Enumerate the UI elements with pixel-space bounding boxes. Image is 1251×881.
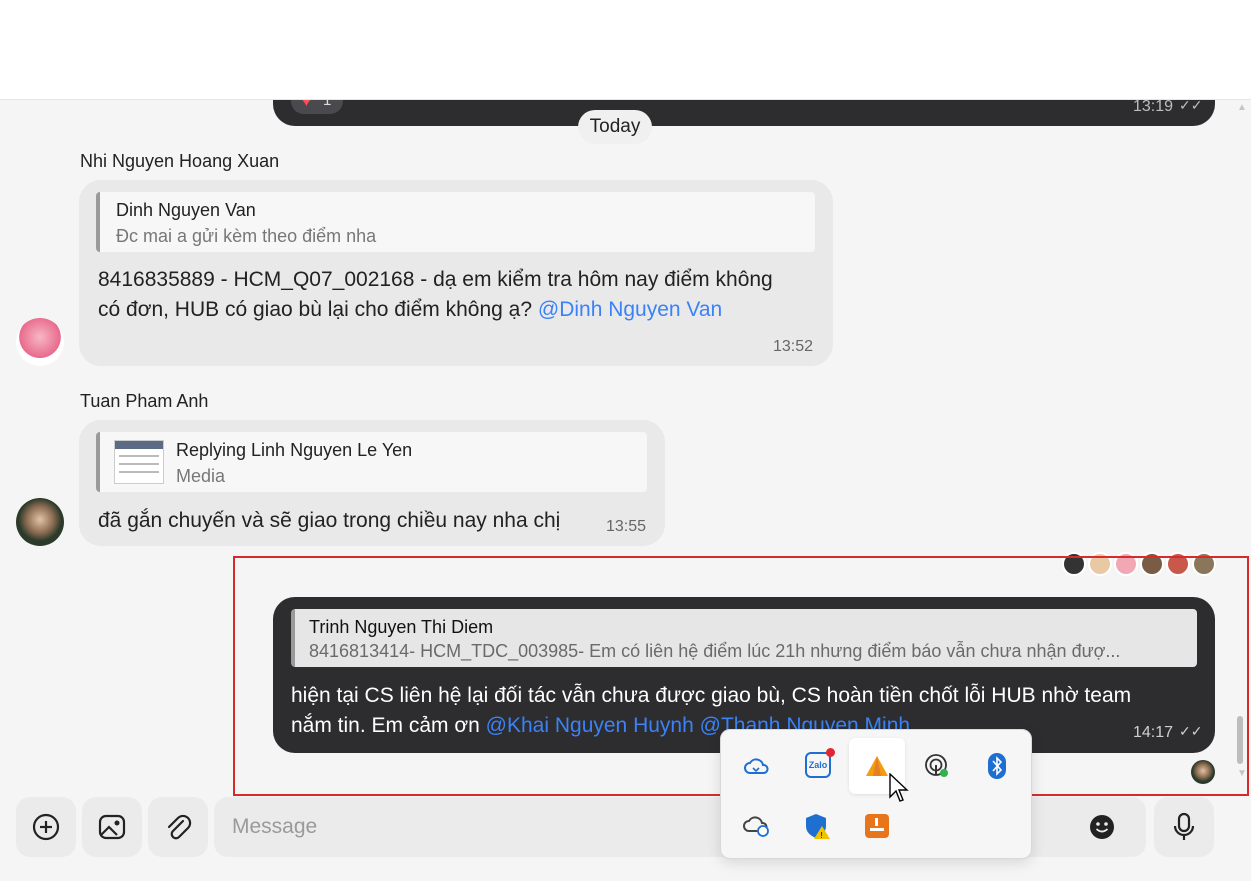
more-icon [1129,45,1155,51]
microphone-icon [1173,812,1195,840]
emoji-button[interactable] [1089,814,1115,840]
plus-circle-icon [32,813,60,841]
add-button[interactable] [16,797,76,857]
message-time: 14:17 [1133,724,1174,741]
onedrive-sync-icon [743,816,769,837]
quote-text: Đc mai a gửi kèm theo điểm nha [116,226,377,246]
message-line: có đơn, HUB có giao bù lại cho điểm khôn… [98,295,773,325]
tray-zalo[interactable]: Zalo [789,738,845,794]
orange-app-icon [866,756,888,776]
calendar-check-icon [1068,36,1096,62]
panel-collapse-icon [1188,34,1216,62]
mouse-cursor-icon [889,773,909,802]
own-read-avatar [1191,760,1215,784]
date-divider: Today [578,110,652,144]
message-text: 8416835889 - HCM_Q07_002168 - dạ em kiểm… [98,265,773,325]
member-avatar [42,20,74,52]
image-button[interactable] [82,797,142,857]
onedrive-cloud-icon [744,758,769,774]
voice-button[interactable] [1154,797,1214,857]
message-text-part: nắm tin. Em cảm ơn [291,714,480,737]
member-count[interactable]: 45 members [88,61,188,82]
tray-defender[interactable]: ! [789,798,845,854]
message-time: 13:52 [773,338,814,355]
sender-name[interactable]: Nhi Nguyen Hoang Xuan [80,151,279,172]
quote-text: 8416813414- HCM_TDC_003985- Em có liên h… [309,641,1121,661]
quote-sender: Trinh Nguyen Thi Diem [309,617,494,637]
defender-warning-icon: ! [806,814,830,840]
svg-text:!: ! [821,831,823,840]
message-text: đã gắn chuyến và sẽ giao trong chiều nay… [98,509,561,532]
tray-bluetooth[interactable] [969,738,1025,794]
own-message-bubble[interactable]: ♥ 1 13:19 ✓✓ [273,70,1215,126]
paperclip-icon [167,814,192,840]
mention-link[interactable]: @Dinh Nguyen Van [538,298,722,321]
emoji-icon [1090,815,1114,839]
reaction-chip[interactable]: ♥ 1 [291,88,343,114]
mention-link[interactable]: @Khai Nguyen Huynh [486,714,694,737]
message-line: 8416835889 - HCM_Q07_002168 - dạ em kiểm… [98,268,773,291]
scroll-up-icon[interactable]: ▲ [1237,102,1247,113]
more-options-button[interactable] [1122,28,1162,68]
sender-avatar[interactable] [16,318,64,366]
calendar-button[interactable] [1062,28,1102,68]
message-bubble[interactable]: Dinh Nguyen Van Đc mai a gửi kèm theo đi… [79,180,833,366]
toggle-panel-button[interactable] [1182,28,1222,68]
chat-window: 42 103.[SFS] CS - Kho Vận 45 members ♥ 1… [0,0,1251,881]
reaction-count: 1 [323,92,332,109]
system-tray-overflow: Zalo ! [720,729,1032,859]
message-time: 13:55 [606,518,647,535]
search-icon [1009,35,1036,62]
scroll-down-icon[interactable]: ▼ [1237,768,1247,779]
sender-avatar[interactable] [16,498,64,546]
reply-quote[interactable]: Replying Linh Nguyen Le Yen Media [96,432,647,492]
tray-java[interactable] [849,798,905,854]
read-receipts[interactable] [1062,552,1218,576]
message-text-part: có đơn, HUB có giao bù lại cho điểm khôn… [98,298,533,321]
tray-onedrive[interactable] [729,738,785,794]
quote-text: Media [176,466,226,486]
attach-button[interactable] [148,797,208,857]
sender-name[interactable]: Tuan Pham Anh [80,391,208,412]
notification-dot [826,748,835,757]
reply-quote[interactable]: Trinh Nguyen Thi Diem 8416813414- HCM_TD… [291,609,1197,667]
message-line: hiện tại CS liên hệ lại đối tác vẫn chưa… [291,684,1132,707]
quote-sender: Dinh Nguyen Van [116,200,256,220]
scrollbar[interactable]: ▲ ▼ [1234,100,1247,790]
java-icon [865,814,889,838]
search-button[interactable] [1002,28,1042,68]
message-bubble[interactable]: Replying Linh Nguyen Le Yen Media đã gắn… [79,420,665,546]
read-check-icon: ✓✓ [1179,97,1203,113]
tray-onedrive-sync[interactable] [729,798,785,854]
bluetooth-icon [988,753,1006,779]
network-icon [925,754,948,777]
member-count-badge: 42 [42,50,78,82]
image-icon [98,814,126,840]
reply-quote[interactable]: Dinh Nguyen Van Đc mai a gửi kèm theo đi… [96,192,815,252]
read-check-icon: ✓✓ [1179,723,1203,739]
tray-network[interactable] [909,738,965,794]
heart-icon: ♥ [301,90,312,110]
media-thumbnail [114,440,164,484]
scroll-thumb[interactable] [1237,716,1243,764]
chat-title: 103.[SFS] CS - Kho Vận [88,27,327,52]
quote-sender: Replying Linh Nguyen Le Yen [176,440,413,460]
message-time: 13:19 [1133,98,1174,115]
